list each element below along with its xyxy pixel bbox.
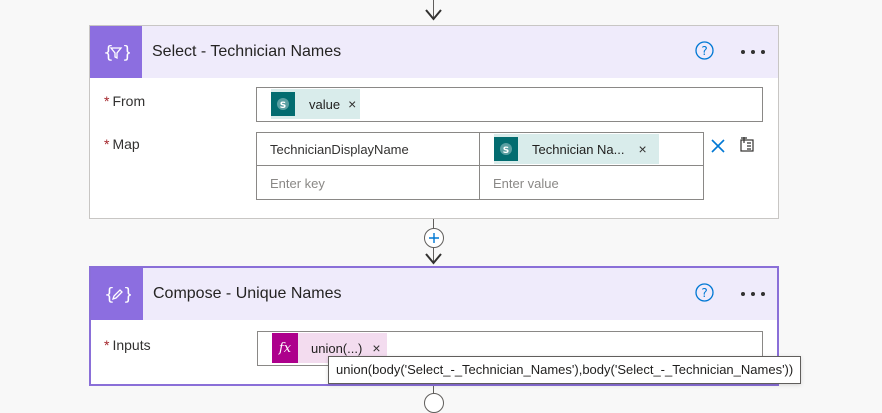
close-x-icon[interactable] (710, 138, 726, 154)
expression-tooltip: union(body('Select_-_Technician_Names'),… (328, 356, 802, 384)
map-value-input[interactable]: S Technician Na... × (479, 132, 704, 166)
remove-token-button[interactable]: × (639, 141, 647, 157)
dynamic-content-token[interactable]: S Technician Na... × (494, 134, 659, 164)
card-title[interactable]: Select - Technician Names (152, 43, 341, 61)
sharepoint-icon: S (271, 92, 295, 116)
insert-step-button[interactable] (424, 393, 444, 413)
plus-icon (429, 233, 439, 243)
select-action-card[interactable]: { } Select - Technician Names ? *From S … (89, 25, 779, 219)
data-operations-select-icon: { } (90, 26, 142, 78)
inputs-label: * Inputs (104, 337, 151, 353)
svg-text:S: S (280, 101, 286, 111)
token-label: Technician Na... (532, 141, 625, 157)
card-header[interactable]: { } Select - Technician Names ? (90, 26, 778, 78)
map-key-input[interactable]: TechnicianDisplayName (256, 132, 480, 166)
key-placeholder: Enter key (270, 176, 325, 191)
svg-text:{: { (104, 285, 115, 305)
svg-text:{: { (103, 43, 114, 63)
from-label: * From (104, 93, 146, 109)
from-input[interactable]: S value × (256, 87, 763, 122)
value-placeholder: Enter value (493, 176, 559, 191)
svg-text:?: ? (701, 286, 707, 300)
switch-to-text-mode-icon[interactable] (739, 135, 757, 153)
card-title[interactable]: Compose - Unique Names (153, 285, 342, 303)
sharepoint-icon: S (494, 137, 518, 161)
card-header[interactable]: { } Compose - Unique Names ? (91, 268, 777, 320)
function-fx-icon: fx (272, 333, 298, 363)
map-new-key-input[interactable]: Enter key (256, 165, 480, 200)
token-label: union(...) (311, 340, 363, 356)
remove-token-button[interactable]: × (372, 340, 380, 356)
svg-text:S: S (503, 146, 509, 156)
more-ellipsis-icon[interactable] (741, 292, 765, 298)
arrow-down-icon (425, 9, 442, 21)
data-operations-compose-icon: { } (91, 268, 143, 320)
insert-step-button[interactable] (424, 228, 444, 248)
arrow-down-icon (425, 253, 442, 265)
svg-text:}: } (123, 285, 131, 305)
dynamic-content-token[interactable]: S value × (271, 89, 361, 119)
remove-token-button[interactable]: × (348, 96, 356, 112)
map-new-value-input[interactable]: Enter value (479, 165, 704, 200)
help-circle-icon[interactable]: ? (695, 41, 714, 60)
map-key-value: TechnicianDisplayName (270, 142, 409, 157)
help-circle-icon[interactable]: ? (695, 283, 714, 302)
more-ellipsis-icon[interactable] (741, 50, 765, 56)
token-label: value (309, 96, 341, 112)
svg-text:}: } (122, 43, 130, 63)
svg-text:?: ? (701, 44, 707, 58)
map-label: * Map (104, 136, 140, 152)
